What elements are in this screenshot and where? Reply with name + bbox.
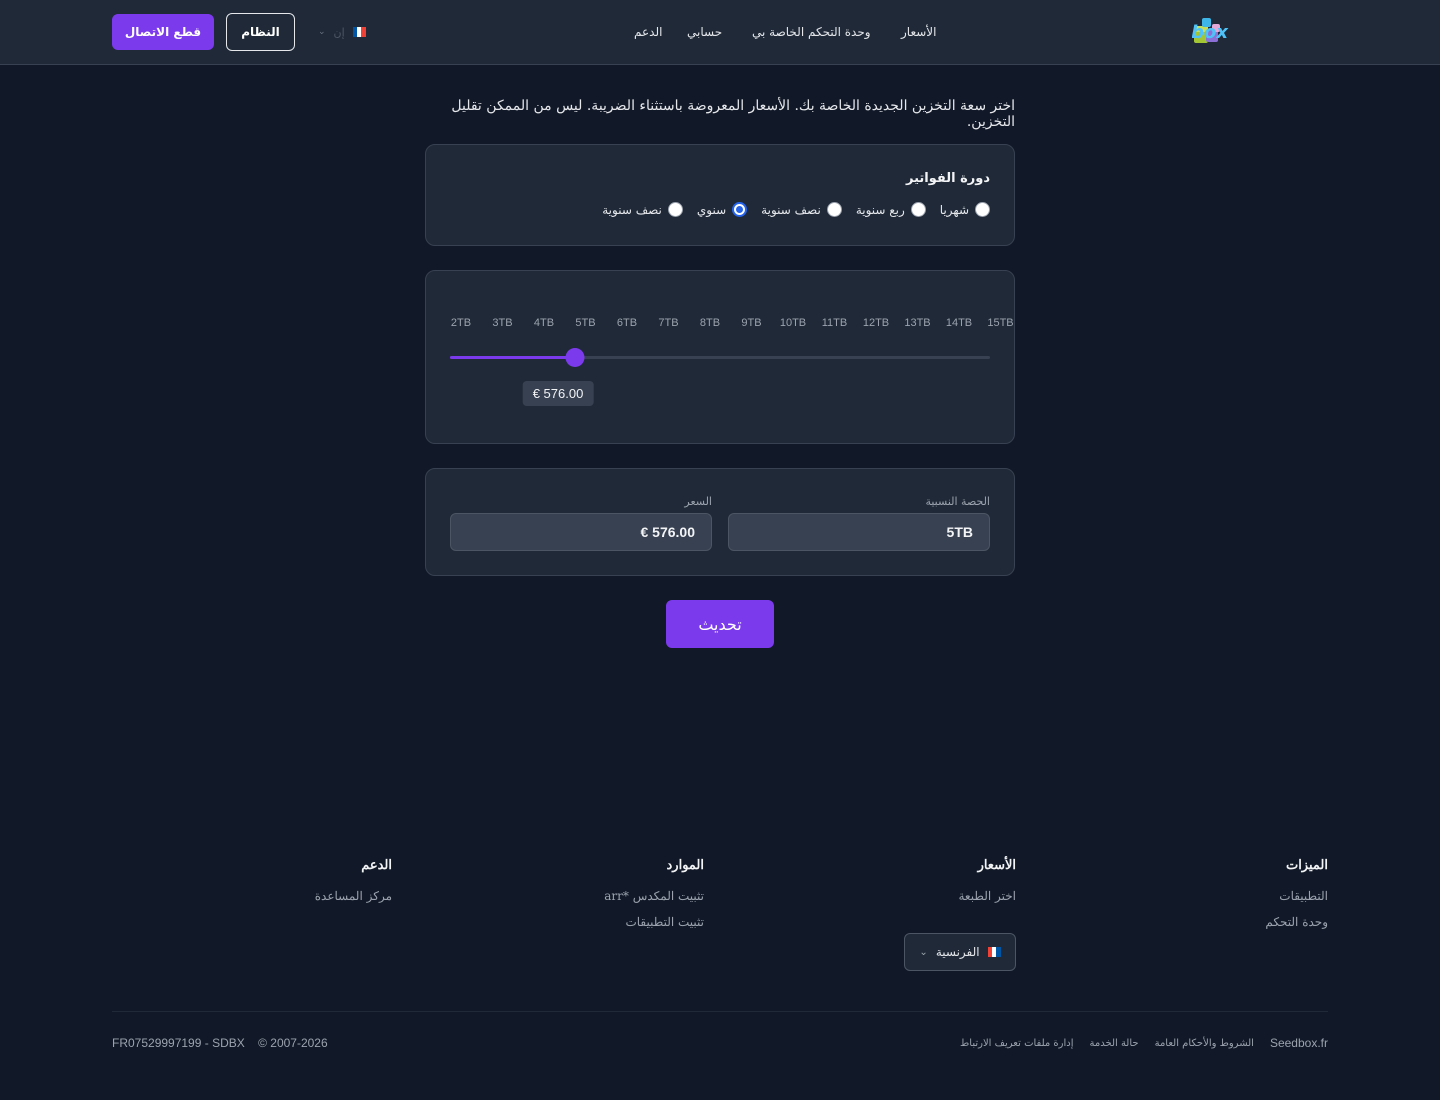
radio-button[interactable] xyxy=(910,202,926,217)
radio-button-selected[interactable] xyxy=(732,202,748,217)
brand-text: Seedbox xyxy=(1192,22,1229,43)
footer-link-apps[interactable]: التطبيقات xyxy=(1265,889,1328,903)
footer-divider xyxy=(112,1011,1328,1012)
system-button[interactable]: النظام xyxy=(226,13,295,51)
tick-label: 6TB xyxy=(616,317,638,329)
radio-button[interactable] xyxy=(975,202,990,217)
tick-label: 2TB xyxy=(450,317,472,329)
footer-link-control-panel[interactable]: وحدة التحكم xyxy=(1265,915,1328,929)
tick-label: 13TB xyxy=(904,317,931,329)
footer-link-terms[interactable]: الشروط والأحكام العامة xyxy=(1155,1038,1254,1049)
billing-option-monthly[interactable]: شهريا xyxy=(940,202,990,217)
tick-label: 12TB xyxy=(862,317,890,329)
billing-options: شهريا ربع سنوية نصف سنوية سنوي نصف سنوية xyxy=(588,202,990,217)
quota-field[interactable] xyxy=(728,513,990,551)
billing-option-semiannual-2[interactable]: نصف سنوية xyxy=(602,202,683,217)
storage-slider-thumb[interactable] xyxy=(565,348,585,367)
footer-link-install-apps[interactable]: تثبيت التطبيقات xyxy=(604,915,704,929)
radio-button[interactable] xyxy=(826,202,842,217)
billing-cycle-card: دورة الفواتير شهريا ربع سنوية نصف سنوية … xyxy=(425,144,1015,246)
france-flag-icon xyxy=(352,27,366,37)
footer-link-status[interactable]: حالة الخدمة xyxy=(1090,1038,1139,1049)
top-header: Seedbox الأسعار وحدة التحكم الخاصة بي حس… xyxy=(0,0,1440,65)
footer-column-resources: الموارد تثبيت المكدس *arr تثبيت التطبيقا… xyxy=(604,858,704,941)
footer-bottom-links: Seedbox.fr الشروط والأحكام العامة حالة ا… xyxy=(960,1036,1328,1050)
billing-cycle-title: دورة الفواتير xyxy=(905,171,990,186)
footer-column-pricing: الأسعار اختر الطبعة xyxy=(959,858,1017,915)
quota-label: الحصة النسبية xyxy=(925,495,990,508)
footer-link-seedbox[interactable]: Seedbox.fr xyxy=(1270,1036,1328,1050)
tick-label: 8TB xyxy=(699,317,721,329)
footer-legal: FR07529997199 - SDBX © 2007-2026 xyxy=(112,1036,328,1050)
tick-label: 7TB xyxy=(658,317,679,329)
footer-column-support: الدعم مركز المساعدة xyxy=(315,858,392,915)
language-switcher[interactable]: ⌄ إن xyxy=(318,24,366,40)
copyright: © 2007-2026 xyxy=(258,1036,328,1050)
footer-column-features: الميزات التطبيقات وحدة التحكم xyxy=(1265,858,1328,941)
storage-slider-track[interactable] xyxy=(450,348,990,367)
slider-price-tooltip: € 576.00 xyxy=(522,381,594,406)
tick-label: 3TB xyxy=(492,317,513,329)
seedbox-logo[interactable]: Seedbox xyxy=(1141,14,1322,48)
chevron-down-icon: ⌄ xyxy=(318,27,326,37)
footer-language-select[interactable]: الفرنسية ⌄ xyxy=(904,933,1016,971)
chevron-down-icon: ⌄ xyxy=(919,946,928,958)
billing-option-semiannual[interactable]: نصف سنوية xyxy=(761,202,842,217)
footer-link-help-center[interactable]: مركز المساعدة xyxy=(315,889,392,903)
price-field[interactable] xyxy=(450,513,712,551)
company-id: FR07529997199 - SDBX xyxy=(112,1036,245,1050)
summary-card: الحصة النسبية السعر xyxy=(425,468,1015,576)
nav-pricing[interactable]: الأسعار xyxy=(901,25,936,39)
footer-heading: الموارد xyxy=(666,858,704,873)
tick-label: 10TB xyxy=(779,317,807,329)
radio-button[interactable] xyxy=(667,202,683,217)
footer-link-cookies[interactable]: إدارة ملفات تعريف الارتباط xyxy=(960,1038,1073,1049)
france-flag-icon xyxy=(987,947,1001,957)
tick-label: 11TB xyxy=(821,317,848,329)
tick-label: 14TB xyxy=(945,317,973,329)
storage-slider-card: 2TB 3TB 4TB 5TB 6TB 7TB 8TB 9TB 10TB 11TB 12TB 13TB… xyxy=(425,270,1015,444)
storage-slider-fill xyxy=(450,356,575,359)
price-label: السعر xyxy=(684,495,712,508)
disconnect-button[interactable]: قطع الاتصال xyxy=(112,14,214,50)
tick-label: 4TB xyxy=(533,317,555,329)
footer-link-arr-stack[interactable]: تثبيت المكدس *arr xyxy=(604,889,704,903)
tick-label: 5TB xyxy=(575,317,596,329)
tick-label: 9TB xyxy=(741,317,762,329)
footer-link-choose-edition[interactable]: اختر الطبعة xyxy=(959,889,1017,903)
nav-my-account[interactable]: حسابي xyxy=(687,25,722,39)
language-code: إن xyxy=(333,25,345,39)
storage-tick-labels: 2TB 3TB 4TB 5TB 6TB 7TB 8TB 9TB 10TB 11TB 12TB 13TB… xyxy=(450,317,1016,333)
storage-intro-text: اختر سعة التخزين الجديدة الخاصة بك. الأس… xyxy=(451,98,1015,130)
footer-heading: الدعم xyxy=(361,858,392,873)
billing-option-quarterly[interactable]: ربع سنوية xyxy=(856,202,926,217)
nav-support[interactable]: الدعم xyxy=(634,25,662,39)
footer-heading: الأسعار xyxy=(977,858,1016,873)
update-button[interactable]: تحديث xyxy=(666,600,774,648)
footer-heading: الميزات xyxy=(1285,858,1328,873)
nav-my-control-panel[interactable]: وحدة التحكم الخاصة بي xyxy=(752,25,871,39)
billing-option-annual[interactable]: سنوي xyxy=(697,202,748,217)
tick-label: 15TB xyxy=(987,317,1014,329)
